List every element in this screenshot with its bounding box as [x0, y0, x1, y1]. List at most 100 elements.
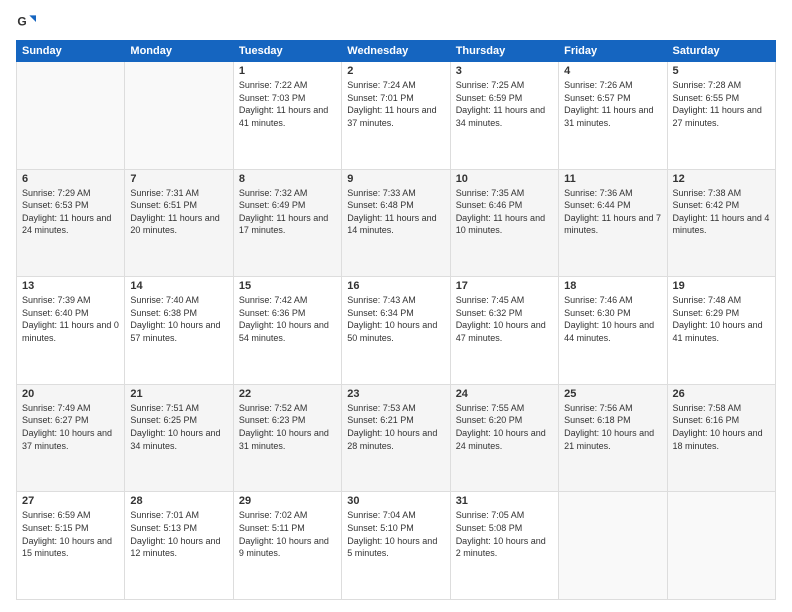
calendar-cell: 29 Sunrise: 7:02 AMSunset: 5:11 PMDayligh… [233, 492, 341, 600]
sunset-text: Sunset: 7:03 PM [239, 92, 336, 105]
daylight-text: Daylight: 10 hours and 12 minutes. [130, 535, 227, 560]
day-number: 29 [239, 495, 336, 507]
day-number: 9 [347, 173, 444, 185]
calendar-cell: 2Sunrise: 7:24 AMSunset: 7:01 PMDaylight… [342, 62, 450, 170]
day-number: 10 [456, 173, 553, 185]
sunrise-text: Sunrise: 7:46 AM [564, 294, 661, 307]
daylight-text: Daylight: 10 hours and 41 minutes. [673, 319, 770, 344]
sunset-text: Sunset: 6:51 PM [130, 199, 227, 212]
sunrise-text: Sunrise: 7:24 AM [347, 79, 444, 92]
daylight-text: Daylight: 11 hours and 14 minutes. [347, 212, 444, 237]
day-number: 7 [130, 173, 227, 185]
sunrise-text: Sunrise: 7:43 AM [347, 294, 444, 307]
daylight-text: Daylight: 11 hours and 27 minutes. [673, 104, 770, 129]
sunset-text: Sunset: 6:23 PM [239, 414, 336, 427]
day-number: 6 [22, 173, 119, 185]
sunrise-text: Sunrise: 7:56 AM [564, 402, 661, 415]
calendar-cell: 26Sunrise: 7:58 AMSunset: 6:16 PMDayligh… [667, 384, 775, 492]
sunset-text: Sunset: 5:15 PM [22, 522, 119, 535]
sunset-text: Sunset: 6:42 PM [673, 199, 770, 212]
sunrise-text: Sunrise: 7:02 AM [239, 509, 336, 522]
day-number: 22 [239, 388, 336, 400]
day-info: Sunrise: 7:38 AMSunset: 6:42 PMDaylight:… [673, 187, 770, 237]
calendar-cell: 9Sunrise: 7:33 AMSunset: 6:48 PMDaylight… [342, 169, 450, 277]
day-info: Sunrise: 7:04 AMSunset: 5:10 PMDaylight:… [347, 509, 444, 559]
sunrise-text: Sunrise: 7:52 AM [239, 402, 336, 415]
day-header-saturday: Saturday [667, 41, 775, 62]
day-info: Sunrise: 7:51 AMSunset: 6:25 PMDaylight:… [130, 402, 227, 452]
sunset-text: Sunset: 6:38 PM [130, 307, 227, 320]
day-number: 8 [239, 173, 336, 185]
calendar-cell: 28Sunrise: 7:01 AMSunset: 5:13 PMDayligh… [125, 492, 233, 600]
daylight-text: Daylight: 11 hours and 20 minutes. [130, 212, 227, 237]
calendar-cell: 11Sunrise: 7:36 AMSunset: 6:44 PMDayligh… [559, 169, 667, 277]
sunrise-text: Sunrise: 7:55 AM [456, 402, 553, 415]
sunrise-text: Sunrise: 7:49 AM [22, 402, 119, 415]
day-info: Sunrise: 7:55 AMSunset: 6:20 PMDaylight:… [456, 402, 553, 452]
day-info: Sunrise: 7:52 AMSunset: 6:23 PMDaylight:… [239, 402, 336, 452]
calendar-cell [125, 62, 233, 170]
sunrise-text: Sunrise: 7:31 AM [130, 187, 227, 200]
day-info: Sunrise: 7:46 AMSunset: 6:30 PMDaylight:… [564, 294, 661, 344]
daylight-text: Daylight: 10 hours and 2 minutes. [456, 535, 553, 560]
daylight-text: Daylight: 11 hours and 41 minutes. [239, 104, 336, 129]
sunrise-text: Sunrise: 7:58 AM [673, 402, 770, 415]
calendar-cell [17, 62, 125, 170]
sunrise-text: Sunrise: 7:51 AM [130, 402, 227, 415]
day-number: 14 [130, 280, 227, 292]
daylight-text: Daylight: 11 hours and 34 minutes. [456, 104, 553, 129]
sunrise-text: Sunrise: 7:04 AM [347, 509, 444, 522]
sunset-text: Sunset: 6:53 PM [22, 199, 119, 212]
sunset-text: Sunset: 5:13 PM [130, 522, 227, 535]
calendar-page: G SundayMondayTuesdayWednesdayThursdayFr… [0, 0, 792, 612]
day-number: 18 [564, 280, 661, 292]
day-info: Sunrise: 7:32 AMSunset: 6:49 PMDaylight:… [239, 187, 336, 237]
calendar-week-row: 6 Sunrise: 7:29 AMSunset: 6:53 PMDaylight… [17, 169, 776, 277]
sunset-text: Sunset: 6:49 PM [239, 199, 336, 212]
day-number: 28 [130, 495, 227, 507]
sunrise-text: Sunrise: 7:05 AM [456, 509, 553, 522]
sunset-text: Sunset: 6:57 PM [564, 92, 661, 105]
sunset-text: Sunset: 6:29 PM [673, 307, 770, 320]
day-info: Sunrise: 7:05 AMSunset: 5:08 PMDaylight:… [456, 509, 553, 559]
day-number: 4 [564, 65, 661, 77]
daylight-text: Daylight: 10 hours and 24 minutes. [456, 427, 553, 452]
calendar-week-row: 13Sunrise: 7:39 AMSunset: 6:40 PMDayligh… [17, 277, 776, 385]
day-number: 30 [347, 495, 444, 507]
calendar-cell: 13Sunrise: 7:39 AMSunset: 6:40 PMDayligh… [17, 277, 125, 385]
day-header-sunday: Sunday [17, 41, 125, 62]
day-info: Sunrise: 7:29 AMSunset: 6:53 PMDaylight:… [22, 187, 119, 237]
sunset-text: Sunset: 6:40 PM [22, 307, 119, 320]
day-info: Sunrise: 7:48 AMSunset: 6:29 PMDaylight:… [673, 294, 770, 344]
calendar-week-row: 20Sunrise: 7:49 AMSunset: 6:27 PMDayligh… [17, 384, 776, 492]
daylight-text: Daylight: 11 hours and 31 minutes. [564, 104, 661, 129]
day-info: Sunrise: 7:53 AMSunset: 6:21 PMDaylight:… [347, 402, 444, 452]
daylight-text: Daylight: 11 hours and 7 minutes. [564, 212, 661, 237]
calendar-week-row: 27 Sunrise: 6:59 AMSunset: 5:15 PMDayligh… [17, 492, 776, 600]
calendar-week-row: 1Sunrise: 7:22 AMSunset: 7:03 PMDaylight… [17, 62, 776, 170]
day-number: 16 [347, 280, 444, 292]
calendar-cell: 6 Sunrise: 7:29 AMSunset: 6:53 PMDaylight… [17, 169, 125, 277]
day-number: 19 [673, 280, 770, 292]
sunrise-text: Sunrise: 7:42 AM [239, 294, 336, 307]
day-info: Sunrise: 7:02 AMSunset: 5:11 PMDaylight:… [239, 509, 336, 559]
day-info: Sunrise: 7:25 AMSunset: 6:59 PMDaylight:… [456, 79, 553, 129]
calendar-cell: 31Sunrise: 7:05 AMSunset: 5:08 PMDayligh… [450, 492, 558, 600]
calendar-cell: 20Sunrise: 7:49 AMSunset: 6:27 PMDayligh… [17, 384, 125, 492]
calendar-cell: 14Sunrise: 7:40 AMSunset: 6:38 PMDayligh… [125, 277, 233, 385]
sunset-text: Sunset: 6:25 PM [130, 414, 227, 427]
day-number: 21 [130, 388, 227, 400]
daylight-text: Daylight: 10 hours and 31 minutes. [239, 427, 336, 452]
day-info: Sunrise: 6:59 AMSunset: 5:15 PMDaylight:… [22, 509, 119, 559]
daylight-text: Daylight: 10 hours and 57 minutes. [130, 319, 227, 344]
calendar-cell: 23 Sunrise: 7:53 AMSunset: 6:21 PMDayligh… [342, 384, 450, 492]
daylight-text: Daylight: 10 hours and 34 minutes. [130, 427, 227, 452]
calendar-cell: 27 Sunrise: 6:59 AMSunset: 5:15 PMDayligh… [17, 492, 125, 600]
day-number: 23 [347, 388, 444, 400]
sunrise-text: Sunrise: 7:35 AM [456, 187, 553, 200]
day-number: 27 [22, 495, 119, 507]
daylight-text: Daylight: 10 hours and 28 minutes. [347, 427, 444, 452]
calendar-cell: 30 Sunrise: 7:04 AMSunset: 5:10 PMDayligh… [342, 492, 450, 600]
sunrise-text: Sunrise: 7:36 AM [564, 187, 661, 200]
sunrise-text: Sunrise: 7:53 AM [347, 402, 444, 415]
